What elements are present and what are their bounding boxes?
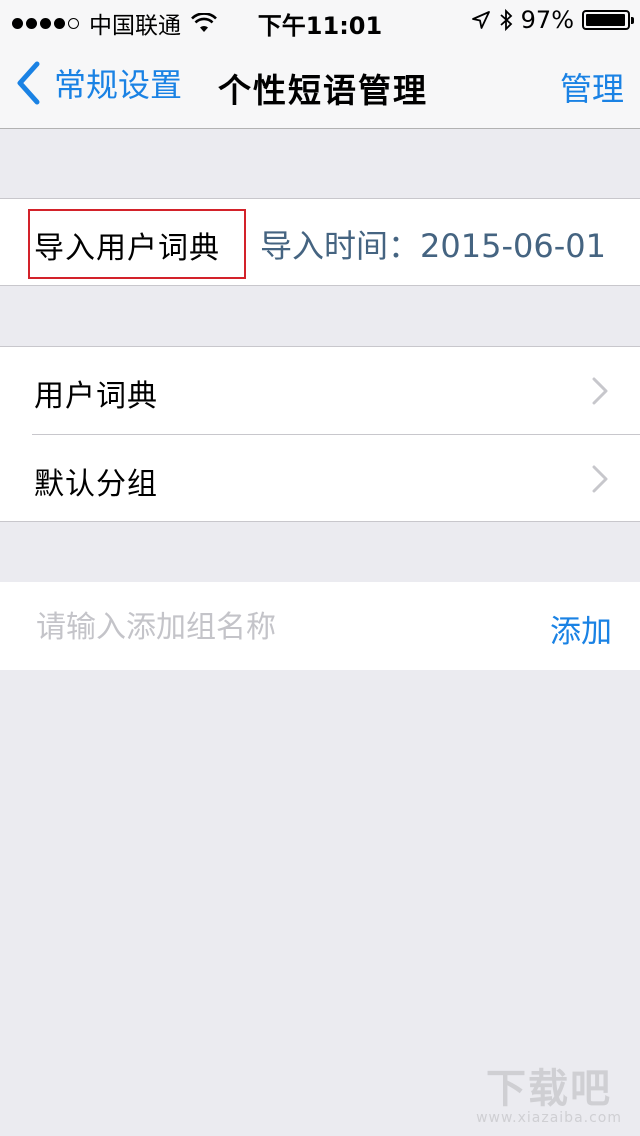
list-item-user-dictionary[interactable]: 用户词典 — [0, 347, 640, 435]
location-icon — [471, 11, 490, 29]
status-bar: 中国联通 下午11:01 97% — [0, 0, 640, 40]
watermark-url: www.xiazaiba.com — [476, 1110, 622, 1126]
import-time: 导入时间：2015-06-01 — [260, 221, 606, 267]
import-time-value: 2015-06-01 — [420, 227, 606, 265]
page-title: 个性短语管理 — [218, 71, 428, 110]
group-list: 用户词典 默认分组 — [0, 346, 640, 522]
add-button[interactable]: 添加 — [550, 606, 612, 651]
import-dictionary-label: 导入用户词典 — [34, 231, 220, 266]
chevron-left-icon — [17, 61, 40, 105]
battery-level-fill — [586, 14, 625, 26]
list-item-label: 用户词典 — [34, 379, 158, 414]
list-item-label: 默认分组 — [34, 467, 158, 502]
battery-percentage: 97% — [520, 6, 574, 34]
navigation-bar: 常规设置 个性短语管理 管理 — [0, 40, 640, 129]
manage-button[interactable]: 管理 — [560, 64, 624, 110]
battery-icon — [582, 10, 634, 30]
chevron-right-icon — [592, 465, 608, 493]
import-dictionary-row[interactable]: 导入用户词典 导入时间：2015-06-01 — [0, 198, 640, 286]
watermark-text: 下载吧 — [486, 1065, 613, 1112]
add-group-row: 添加 — [0, 582, 640, 670]
list-item-default-group[interactable]: 默认分组 — [0, 435, 640, 522]
watermark-logo: 下载吧 www.xiazaiba.com — [476, 1056, 622, 1126]
back-button-label: 常规设置 — [54, 66, 183, 104]
back-button[interactable]: 常规设置 — [14, 60, 182, 106]
status-right: 97% — [471, 6, 634, 34]
import-time-label: 导入时间： — [260, 227, 421, 265]
bluetooth-icon — [500, 8, 512, 32]
chevron-right-icon — [592, 377, 608, 405]
group-name-input[interactable] — [34, 600, 518, 654]
